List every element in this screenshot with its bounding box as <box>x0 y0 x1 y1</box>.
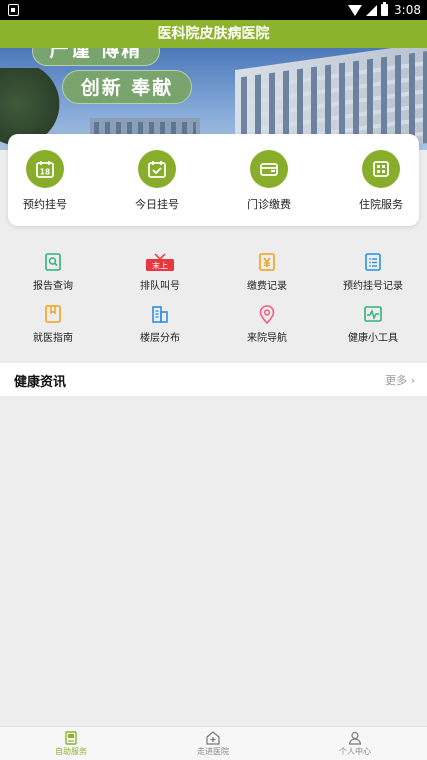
floor-building-icon <box>150 304 170 324</box>
building-icon <box>362 150 400 188</box>
quick-label: 预约挂号记录 <box>343 281 403 292</box>
tab-hospital[interactable]: 走进医院 <box>163 730 263 757</box>
health-news-header: 健康资讯 更多 › <box>0 363 427 396</box>
service-inpatient[interactable]: 住院服务 <box>336 150 426 212</box>
signal-icon <box>366 4 378 16</box>
guide-book-icon <box>43 304 63 324</box>
tab-personal-center[interactable]: 个人中心 <box>305 730 405 757</box>
health-monitor-icon <box>363 304 383 324</box>
quick-medical-guide[interactable]: 就医指南 <box>3 304 103 344</box>
service-today-register[interactable]: 今日挂号 <box>112 150 202 212</box>
tab-self-service[interactable]: 自助服务 <box>21 730 121 757</box>
more-link[interactable]: 更多 › <box>385 372 415 388</box>
self-service-icon <box>64 730 78 745</box>
service-label: 住院服务 <box>359 198 403 211</box>
quick-label: 来院导航 <box>247 333 287 344</box>
quick-queue-call[interactable]: 末上 排队叫号 <box>110 252 210 292</box>
app-title: 医科院皮肤病医院 <box>0 20 427 48</box>
quick-label: 就医指南 <box>33 333 73 344</box>
quick-label: 缴费记录 <box>247 281 287 292</box>
calendar-18-icon: 18 <box>26 150 64 188</box>
main-services-card: 18 预约挂号 今日挂号 门诊缴费 住院服务 <box>8 134 419 226</box>
queue-call-icon: 末上 <box>145 252 175 272</box>
banner-slogan-2: 创新 奉献 <box>62 70 192 104</box>
service-label: 预约挂号 <box>23 198 67 211</box>
status-bar: 3:08 <box>0 0 427 20</box>
service-label: 今日挂号 <box>135 198 179 211</box>
quick-services-grid: 报告查询 末上 排队叫号 缴费记录 预约挂号记录 就医指南 楼层分布 来院导航 … <box>0 244 427 354</box>
banner-slogan-1: 严谨 博精 <box>32 48 160 66</box>
quick-payment-records[interactable]: 缴费记录 <box>217 252 317 292</box>
health-news-title: 健康资讯 <box>14 375 67 390</box>
app-notification-icon <box>8 4 19 16</box>
quick-hospital-navigation[interactable]: 来院导航 <box>217 304 317 344</box>
quick-floor-distribution[interactable]: 楼层分布 <box>110 304 210 344</box>
wifi-icon <box>348 4 363 16</box>
quick-appointment-records[interactable]: 预约挂号记录 <box>323 252 423 292</box>
quick-report-query[interactable]: 报告查询 <box>3 252 103 292</box>
list-record-icon <box>363 252 383 272</box>
yen-receipt-icon <box>257 252 277 272</box>
calendar-day-text: 18 <box>40 168 50 177</box>
user-icon <box>348 730 362 745</box>
quick-label: 楼层分布 <box>140 333 180 344</box>
quick-label: 排队叫号 <box>140 281 180 292</box>
calendar-check-icon <box>138 150 176 188</box>
report-search-icon <box>43 252 63 272</box>
bottom-tab-bar: 自助服务 走进医院 个人中心 <box>0 726 427 760</box>
status-indicators: 3:08 <box>348 2 421 18</box>
quick-label: 健康小工具 <box>348 333 398 344</box>
hospital-icon <box>206 730 220 745</box>
service-outpatient-payment[interactable]: 门诊缴费 <box>224 150 314 212</box>
queue-badge-text: 末上 <box>152 261 168 271</box>
more-label: 更多 <box>385 374 408 387</box>
quick-health-tools[interactable]: 健康小工具 <box>323 304 423 344</box>
chevron-right-icon: › <box>407 374 415 387</box>
service-label: 门诊缴费 <box>247 198 291 211</box>
battery-icon <box>381 2 389 16</box>
status-time: 3:08 <box>394 3 421 17</box>
quick-label: 报告查询 <box>33 281 73 292</box>
wallet-icon <box>250 150 288 188</box>
tab-label: 走进医院 <box>197 747 229 756</box>
tab-label: 自助服务 <box>55 747 87 756</box>
location-pin-icon <box>257 304 277 325</box>
tab-label: 个人中心 <box>339 747 371 756</box>
service-appointment[interactable]: 18 预约挂号 <box>0 150 90 212</box>
